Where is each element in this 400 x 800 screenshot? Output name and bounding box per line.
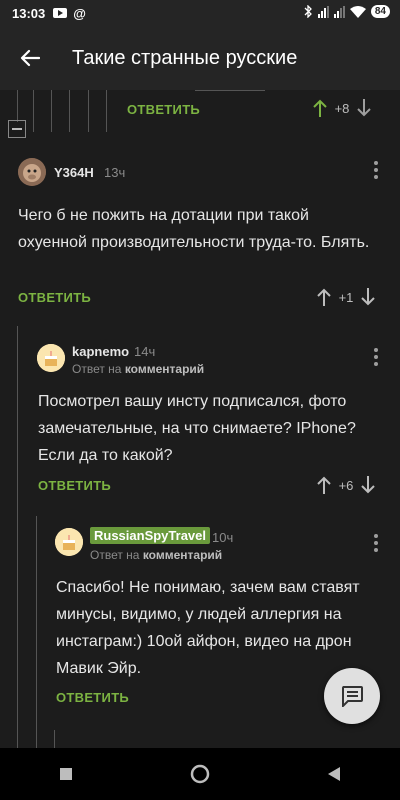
- reply-target-link[interactable]: комментарий: [125, 362, 204, 376]
- page-title: Такие странные русские: [72, 46, 298, 69]
- clock: 13:03: [12, 5, 46, 21]
- comment-text: Спасибо! Не понимаю, зачем вам ставят ми…: [56, 579, 360, 677]
- upvote-icon[interactable]: [316, 287, 332, 307]
- thread-line: [195, 90, 265, 91]
- reply-button[interactable]: ОТВЕТИТЬ: [18, 290, 91, 305]
- more-options-icon[interactable]: [374, 161, 378, 182]
- vote-count: +8: [334, 100, 350, 116]
- thread-line: [106, 90, 107, 132]
- avatar[interactable]: [55, 528, 83, 556]
- reply-button[interactable]: ОТВЕТИТЬ: [56, 690, 129, 705]
- battery-icon: 84: [370, 5, 390, 18]
- reply-button[interactable]: ОТВЕТИТЬ: [38, 478, 111, 493]
- reply-to-info[interactable]: Ответ на комментарий: [90, 548, 222, 562]
- comment-thread[interactable]: ОТВЕТИТЬ +8 Y364H 13ч Чего б не пожить н…: [0, 90, 400, 748]
- back-nav-icon[interactable]: [327, 766, 341, 782]
- downvote-icon[interactable]: [356, 98, 372, 118]
- thread-line: [17, 326, 18, 748]
- avatar[interactable]: [18, 158, 46, 186]
- downvote-icon[interactable]: [360, 287, 376, 307]
- upvote-icon[interactable]: [312, 98, 328, 118]
- cake-avatar-icon: [37, 344, 65, 372]
- system-nav-bar: [0, 748, 400, 800]
- vote-count: +6: [338, 477, 354, 493]
- cell-signal-icon: [317, 5, 329, 18]
- thread-line: [33, 90, 34, 132]
- home-icon[interactable]: [190, 764, 210, 784]
- write-comment-button[interactable]: [324, 668, 380, 724]
- comment-author[interactable]: kapnemo: [72, 344, 129, 359]
- cake-avatar-icon: [55, 528, 83, 556]
- reply-to-info[interactable]: Ответ на комментарий: [72, 362, 204, 376]
- comment-icon: [342, 686, 363, 707]
- thread-line: [51, 90, 52, 132]
- collapse-thread-button[interactable]: [8, 120, 26, 138]
- vote-count: +1: [338, 289, 354, 305]
- arrow-back-icon: [20, 49, 40, 67]
- comment-author[interactable]: Y364H: [54, 165, 94, 180]
- recents-icon[interactable]: [59, 767, 73, 781]
- youtube-notification-icon: [53, 8, 68, 18]
- comment-time: 13ч: [104, 165, 126, 180]
- thread-line: [17, 90, 18, 122]
- reply-prefix: Ответ на: [72, 362, 122, 376]
- wifi-icon: [349, 5, 366, 18]
- reply-button[interactable]: ОТВЕТИТЬ: [127, 102, 200, 117]
- reply-target-link[interactable]: комментарий: [143, 548, 222, 562]
- thread-line: [69, 90, 70, 132]
- thread-line: [54, 730, 55, 748]
- cell-signal-2-icon: [333, 5, 345, 18]
- at-notification-icon: @: [73, 5, 86, 21]
- more-options-icon[interactable]: [374, 348, 378, 369]
- status-bar: 13:03 @ 84: [0, 0, 400, 26]
- upvote-icon[interactable]: [316, 475, 332, 495]
- downvote-icon[interactable]: [360, 475, 376, 495]
- more-options-icon[interactable]: [374, 534, 378, 555]
- bluetooth-icon: [304, 5, 312, 18]
- reply-prefix: Ответ на: [90, 548, 140, 562]
- author-badge[interactable]: RussianSpyTravel: [90, 527, 210, 544]
- comment-text: Посмотрел вашу инсту подписался, фото за…: [38, 393, 356, 464]
- comment-text: Чего б не пожить на дотации при такой ох…: [18, 207, 370, 251]
- comment-time: 10ч: [212, 530, 234, 545]
- avatar[interactable]: [37, 344, 65, 372]
- thread-line: [36, 516, 37, 748]
- comment-time: 14ч: [134, 344, 156, 359]
- thread-line: [88, 90, 89, 132]
- app-bar: Такие странные русские: [0, 26, 400, 90]
- back-button[interactable]: [0, 26, 60, 90]
- monkey-avatar-icon: [18, 158, 46, 186]
